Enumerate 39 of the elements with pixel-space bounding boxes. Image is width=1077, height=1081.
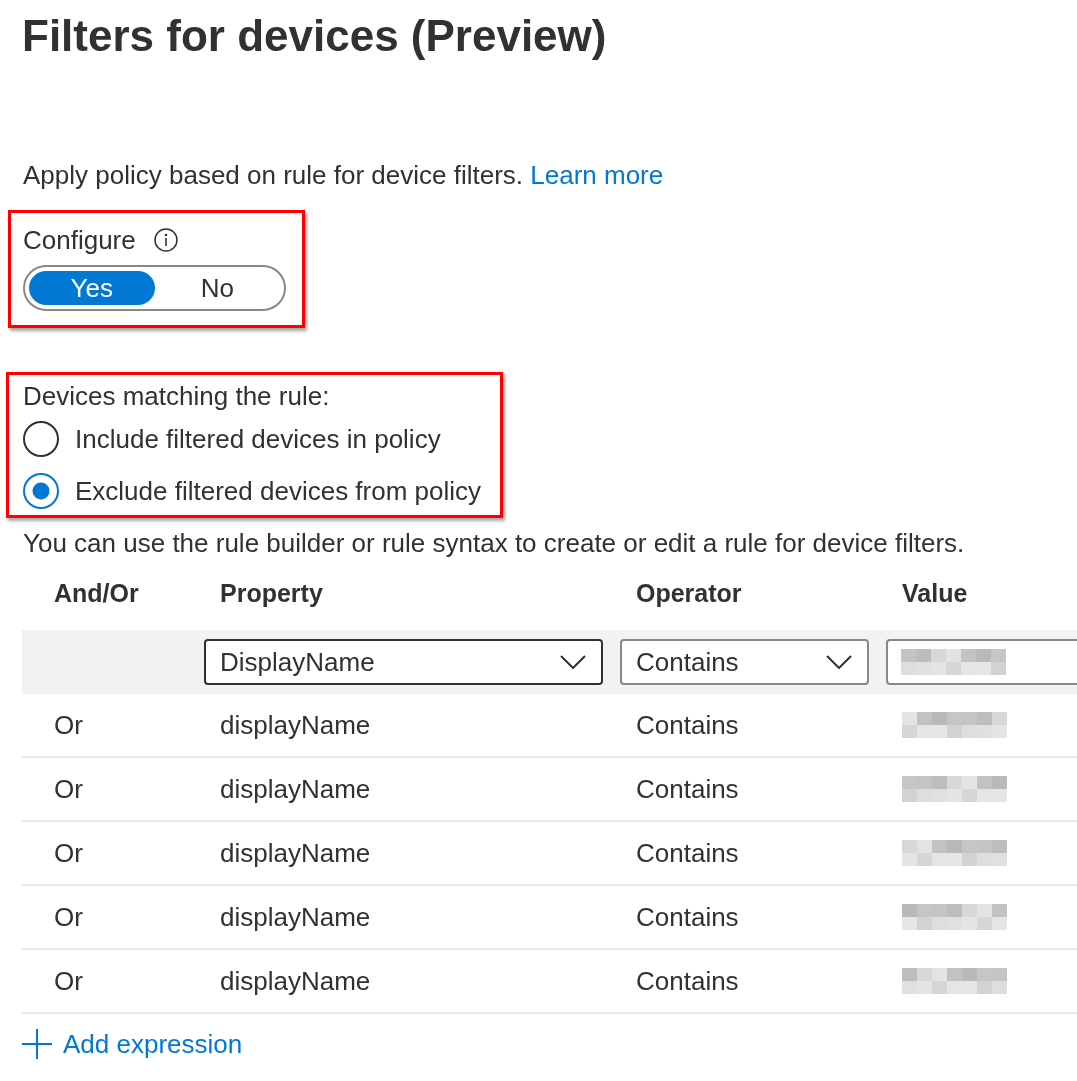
toggle-option[interactable]: Yes [29, 271, 155, 305]
matching-label: Devices matching the rule: [23, 381, 330, 411]
learn-more-link[interactable]: Learn more [530, 160, 664, 190]
radio-button[interactable] [23, 473, 59, 509]
table-cell-text: Contains [635, 773, 739, 805]
page-title: Filters for devices (Preview) [22, 10, 607, 62]
add-expression-button[interactable]: Add expression [22, 1026, 243, 1062]
table-cell-text: Contains [635, 709, 739, 741]
table-cell-text: displayName [219, 837, 371, 869]
table-cell-text: displayName [219, 709, 371, 741]
table-cell-text: Or [53, 837, 83, 869]
table-cell-text: displayName [219, 773, 371, 805]
chevron-down-icon [560, 655, 586, 669]
table-cell-text: Or [53, 773, 83, 805]
table-cell-text: displayName [219, 965, 371, 997]
radio-label[interactable]: Exclude filtered devices from policy [75, 476, 482, 506]
info-icon[interactable] [153, 228, 178, 252]
operator-dropdown[interactable]: Contains [620, 639, 869, 685]
radio-label[interactable]: Include filtered devices in policy [75, 424, 441, 454]
configure-label: Configure [23, 225, 136, 255]
table-cell-text: Contains [635, 837, 739, 869]
column-header: Value [901, 578, 968, 608]
value-input[interactable] [886, 639, 1077, 685]
table-cell-text: Or [53, 965, 83, 997]
table-cell-text: Contains [635, 901, 739, 933]
column-header: Property [219, 578, 323, 608]
chevron-down-icon [826, 655, 852, 669]
table-cell-text: Or [53, 901, 83, 933]
plus-icon [22, 1029, 52, 1059]
column-header: And/Or [53, 578, 139, 608]
description-text: Apply policy based on rule for device filters. Learn more [23, 160, 664, 190]
radio-button[interactable] [23, 421, 59, 457]
hint-text: You can use the rule builder or rule syntax to create or edit a rule for device filters. [23, 528, 965, 558]
property-dropdown[interactable]: DisplayName [204, 639, 603, 685]
toggle-option[interactable]: No [154, 271, 280, 305]
table-cell-text: Contains [635, 965, 739, 997]
table-cell-text: displayName [219, 901, 371, 933]
column-header: Operator [635, 578, 742, 608]
table-cell-text: Or [53, 709, 83, 741]
